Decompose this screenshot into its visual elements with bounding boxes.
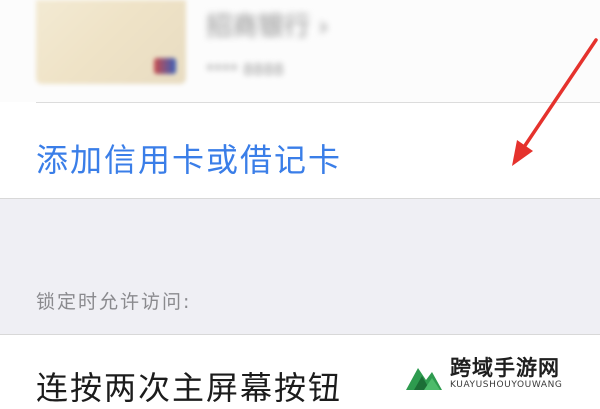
saved-card-row[interactable]: 招商银行 › **** 8888	[0, 0, 600, 102]
section-header-lock-access: 锁定时允许访问:	[36, 291, 192, 313]
watermark: 跨域手游网 KUAYUSHOUYOUWANG	[398, 350, 598, 398]
mountain-logo-icon	[406, 368, 442, 390]
card-thumbnail	[36, 0, 186, 84]
card-name: 招商银行 ›	[206, 12, 329, 42]
wallet-settings-screen: 招商银行 › **** 8888 添加信用卡或借记卡 锁定时允许访问: 连按两次…	[0, 0, 600, 407]
double-click-home-button-label: 连按两次主屏幕按钮	[36, 369, 343, 407]
card-number: **** 8888	[206, 60, 284, 79]
watermark-subtitle: KUAYUSHOUYOUWANG	[450, 380, 563, 390]
add-card-link[interactable]: 添加信用卡或借记卡	[36, 135, 342, 181]
watermark-title: 跨域手游网	[450, 356, 560, 380]
card-network-logo	[154, 58, 176, 74]
add-card-row[interactable]: 添加信用卡或借记卡	[0, 103, 600, 198]
